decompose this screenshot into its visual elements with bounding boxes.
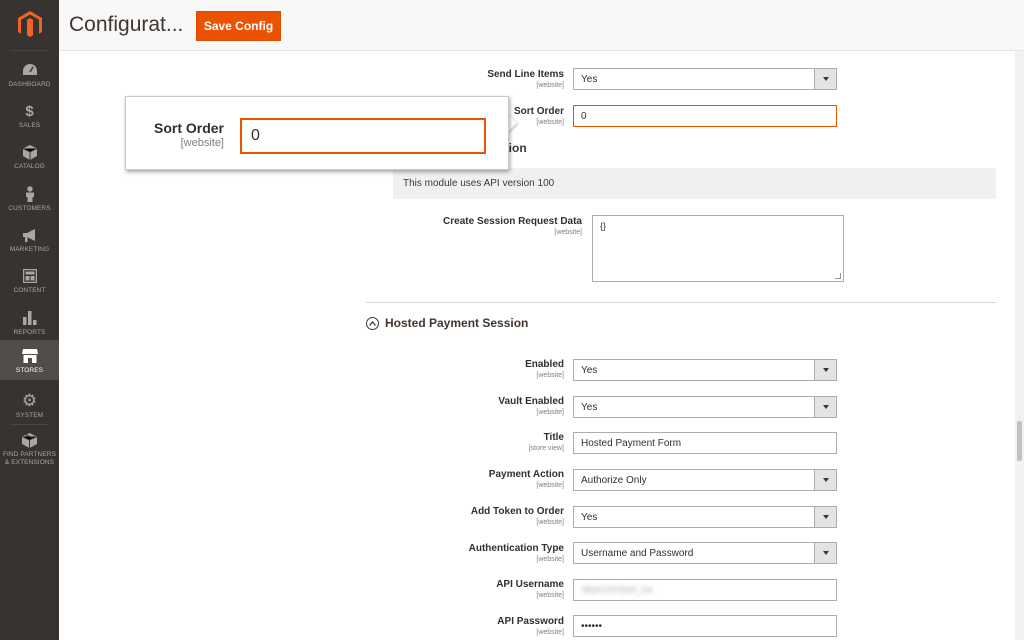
sidebar-divider bbox=[10, 50, 49, 51]
sidebar-item-catalog[interactable]: CATALOG bbox=[0, 140, 59, 181]
payment-action-label: Payment Action [website] bbox=[488, 469, 564, 489]
person-icon bbox=[25, 186, 35, 202]
chevron-down-icon bbox=[814, 470, 836, 490]
sidebar-item-label: SYSTEM bbox=[15, 412, 44, 419]
box-icon bbox=[22, 432, 37, 448]
sidebar-item-label: MARKETING bbox=[9, 246, 50, 253]
sidebar-item-dashboard[interactable]: DASHBOARD bbox=[0, 58, 59, 99]
api-username-label: API Username [website] bbox=[496, 579, 564, 599]
section-title: Hosted Payment Session bbox=[385, 316, 529, 330]
gear-icon: ⚙ bbox=[21, 391, 38, 410]
dashboard-icon bbox=[22, 62, 38, 78]
sidebar-item-label: CUSTOMERS bbox=[8, 205, 51, 212]
resize-handle-icon[interactable] bbox=[835, 273, 841, 279]
title-label: Title [store view] bbox=[528, 432, 564, 452]
admin-sidebar: DASHBOARD $ SALES CATALOG CUSTOMERS MARK… bbox=[0, 0, 59, 640]
sidebar-item-sales[interactable]: $ SALES bbox=[0, 99, 59, 140]
sidebar-divider bbox=[10, 424, 49, 425]
megaphone-icon bbox=[22, 227, 38, 243]
sidebar-item-label: STORES bbox=[15, 367, 44, 374]
enabled-label: Enabled [website] bbox=[525, 359, 564, 379]
add-token-label: Add Token to Order [website] bbox=[470, 506, 564, 526]
sidebar-item-find-partners[interactable]: FIND PARTNERS & EXTENSIONS bbox=[0, 428, 59, 472]
layout-icon bbox=[22, 268, 37, 284]
auth-type-label: Authentication Type [website] bbox=[468, 543, 564, 563]
send-line-items-select[interactable]: Yes bbox=[573, 68, 837, 90]
chevron-down-icon bbox=[814, 397, 836, 417]
hosted-payment-session-toggle[interactable]: Hosted Payment Session bbox=[366, 316, 528, 330]
api-username-value: TESTCITITEST_CA bbox=[581, 585, 653, 595]
chevron-down-icon bbox=[814, 360, 836, 380]
bar-chart-icon bbox=[22, 310, 37, 326]
auth-type-select[interactable]: Username and Password bbox=[573, 542, 837, 564]
api-password-label: API Password [website] bbox=[497, 616, 564, 636]
page-scrollbar[interactable] bbox=[1015, 51, 1024, 640]
add-token-select[interactable]: Yes bbox=[573, 506, 837, 528]
api-password-input[interactable]: •••••• bbox=[573, 615, 837, 637]
store-icon bbox=[21, 348, 38, 364]
zoom-callout: Sort Order [website] 0 bbox=[125, 96, 509, 170]
api-username-input[interactable]: TESTCITITEST_CA bbox=[573, 579, 837, 601]
chevron-down-icon bbox=[814, 507, 836, 527]
title-input[interactable]: Hosted Payment Form bbox=[573, 432, 837, 454]
sidebar-item-stores[interactable]: STORES bbox=[0, 340, 59, 380]
vault-enabled-select[interactable]: Yes bbox=[573, 396, 837, 418]
sidebar-item-content[interactable]: CONTENT bbox=[0, 264, 59, 305]
sort-order-input[interactable]: 0 bbox=[573, 105, 837, 127]
sidebar-item-customers[interactable]: CUSTOMERS bbox=[0, 182, 59, 223]
sidebar-item-label: FIND PARTNERS & EXTENSIONS bbox=[2, 451, 57, 466]
section-divider bbox=[366, 302, 996, 303]
api-version-notice: This module uses API version 100 bbox=[393, 168, 996, 199]
payment-action-select[interactable]: Authorize Only bbox=[573, 469, 837, 491]
callout-label: Sort Order [website] bbox=[153, 120, 224, 149]
sidebar-item-label: DASHBOARD bbox=[8, 81, 51, 88]
sidebar-item-label: CATALOG bbox=[14, 163, 45, 170]
chevron-down-icon bbox=[814, 543, 836, 563]
callout-sort-order-input[interactable]: 0 bbox=[240, 118, 486, 154]
send-line-items-label: Send Line Items [website] bbox=[487, 69, 564, 89]
magento-logo-icon[interactable] bbox=[0, 0, 59, 50]
sidebar-item-label: CONTENT bbox=[13, 287, 46, 294]
scrollbar-thumb[interactable] bbox=[1017, 421, 1022, 461]
enabled-select[interactable]: Yes bbox=[573, 359, 837, 381]
chevron-down-icon bbox=[814, 69, 836, 89]
page-header: Configurat... Save Config bbox=[59, 0, 1024, 51]
sidebar-item-label: REPORTS bbox=[13, 329, 46, 336]
vault-enabled-label: Vault Enabled [website] bbox=[498, 396, 564, 416]
sidebar-item-label: SALES bbox=[18, 122, 41, 129]
sidebar-item-marketing[interactable]: MARKETING bbox=[0, 223, 59, 264]
create-session-label: Create Session Request Data [website] bbox=[443, 216, 582, 236]
page-title: Configurat... bbox=[69, 13, 184, 36]
save-config-button[interactable]: Save Config bbox=[196, 11, 281, 41]
chevron-up-icon bbox=[366, 316, 379, 330]
cube-icon bbox=[22, 144, 37, 160]
dollar-icon: $ bbox=[25, 102, 34, 120]
create-session-textarea[interactable]: {} bbox=[592, 215, 844, 282]
